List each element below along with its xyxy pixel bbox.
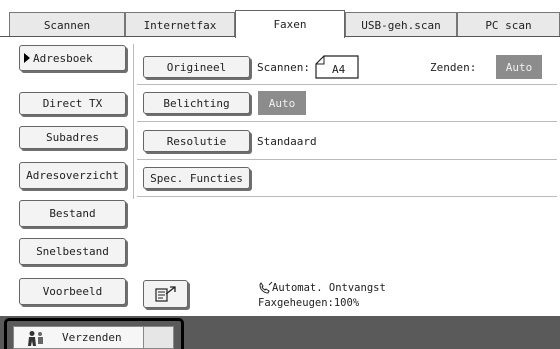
sidebar-item-label: Adresboek	[33, 51, 93, 65]
verzenden-button[interactable]: Verzenden	[13, 326, 174, 349]
send-size-text: Auto	[505, 60, 533, 74]
sidebar-item-label: Snelbestand	[36, 245, 109, 258]
sidebar-item-label: Direct TX	[42, 97, 103, 110]
exposure-value-text: Auto	[268, 96, 296, 110]
tab-label: PC scan	[485, 18, 532, 32]
sidebar-item-label: Bestand	[49, 207, 96, 220]
tab-internetfax[interactable]: Internetfax	[125, 12, 235, 37]
special-functions-button[interactable]: Spec. Functies	[143, 167, 250, 189]
person-send-icon	[28, 331, 43, 346]
original-button[interactable]: Origineel	[143, 56, 250, 78]
original-button-label: Origineel	[166, 60, 227, 74]
exposure-button-label: Belichting	[163, 96, 230, 110]
receive-mode-status: Automat. Ontvangst	[272, 282, 386, 294]
dial-icon	[154, 286, 176, 302]
verzenden-button-end	[143, 327, 173, 348]
resolution-button[interactable]: Resolutie	[143, 130, 250, 152]
sidebar-item-voorbeeld[interactable]: Voorbeeld	[19, 278, 126, 305]
tab-usb-scan[interactable]: USB-geh.scan	[345, 12, 457, 37]
resolution-value: Standaard	[257, 135, 317, 148]
tab-label: Faxen	[273, 18, 307, 31]
sidebar-item-snelbestand[interactable]: Snelbestand	[19, 238, 126, 265]
tab-bar: Scannen Internetfax Faxen USB-geh.scan P…	[0, 0, 560, 38]
row-separator	[137, 159, 557, 160]
send-size-value: Auto	[496, 55, 542, 79]
sidebar-item-subadres[interactable]: Subadres	[19, 126, 126, 149]
special-functions-label: Spec. Functies	[150, 171, 243, 185]
row-separator	[137, 196, 557, 197]
send-label: Zenden:	[430, 61, 477, 74]
tab-faxen[interactable]: Faxen	[235, 10, 345, 38]
tab-label: Scannen	[43, 18, 91, 32]
sidebar-item-label: Subadres	[46, 131, 99, 144]
dial-button[interactable]	[143, 280, 188, 308]
panel-divider	[133, 44, 134, 199]
tab-label: USB-geh.scan	[361, 18, 441, 32]
row-separator	[137, 84, 557, 85]
sidebar-item-label: Adresoverzicht	[26, 169, 119, 182]
resolution-button-label: Resolutie	[166, 134, 227, 148]
fax-memory-status: Faxgeheugen:100%	[258, 297, 360, 309]
triangle-right-icon	[24, 53, 30, 63]
scan-size-value: A4	[332, 63, 346, 76]
sidebar-item-direct-tx[interactable]: Direct TX	[19, 92, 126, 115]
tab-label: Internetfax	[143, 18, 217, 32]
scan-label: Scannen:	[257, 61, 310, 74]
sidebar-item-adresoverzicht[interactable]: Adresoverzicht	[19, 162, 126, 189]
exposure-button[interactable]: Belichting	[143, 92, 250, 114]
row-separator	[137, 121, 557, 122]
sidebar-item-bestand[interactable]: Bestand	[19, 200, 126, 227]
sidebar-item-adresboek[interactable]: Adresboek	[19, 45, 126, 71]
sidebar-item-label: Voorbeeld	[42, 285, 103, 298]
verzenden-label: Verzenden	[62, 331, 122, 344]
tab-scannen[interactable]: Scannen	[9, 12, 125, 37]
tab-pc-scan[interactable]: PC scan	[457, 12, 560, 37]
exposure-value: Auto	[258, 91, 306, 115]
